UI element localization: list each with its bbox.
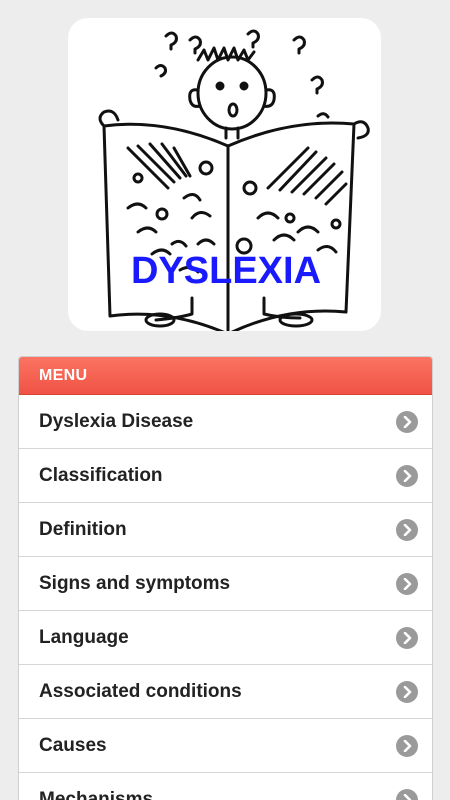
chevron-right-icon bbox=[396, 788, 418, 800]
chevron-right-icon bbox=[396, 572, 418, 595]
menu-item-label: Mechanisms bbox=[39, 788, 154, 800]
menu-item-causes[interactable]: Causes bbox=[19, 719, 432, 773]
menu-item-associated-conditions[interactable]: Associated conditions bbox=[19, 665, 432, 719]
chevron-right-icon bbox=[396, 734, 418, 757]
main-menu: MENU Dyslexia Disease Classification Def… bbox=[18, 356, 433, 800]
chevron-right-icon bbox=[396, 626, 418, 649]
menu-item-label: Associated conditions bbox=[39, 680, 242, 702]
menu-item-label: Signs and symptoms bbox=[39, 572, 231, 594]
dyslexia-illustration: DYSLEXIA bbox=[68, 18, 381, 331]
child-reading-book-drawing: DYSLEXIA bbox=[98, 29, 370, 331]
menu-item-label: Dyslexia Disease bbox=[39, 410, 194, 432]
menu-item-language[interactable]: Language bbox=[19, 611, 432, 665]
menu-item-definition[interactable]: Definition bbox=[19, 503, 432, 557]
screen: DYSLEXIA MENU Dyslexia Disease Classific… bbox=[0, 0, 450, 800]
menu-header: MENU bbox=[19, 357, 432, 395]
dyslexia-title-text: DYSLEXIA bbox=[131, 250, 321, 292]
menu-item-label: Definition bbox=[39, 518, 127, 540]
menu-item-dyslexia-disease[interactable]: Dyslexia Disease bbox=[19, 395, 432, 449]
chevron-right-icon bbox=[396, 464, 418, 487]
menu-item-label: Causes bbox=[39, 734, 107, 756]
menu-item-signs-and-symptoms[interactable]: Signs and symptoms bbox=[19, 557, 432, 611]
menu-item-classification[interactable]: Classification bbox=[19, 449, 432, 503]
menu-item-label: Language bbox=[39, 626, 129, 648]
menu-item-label: Classification bbox=[39, 464, 163, 486]
chevron-right-icon bbox=[396, 680, 418, 703]
menu-item-mechanisms[interactable]: Mechanisms bbox=[19, 773, 432, 800]
chevron-right-icon bbox=[396, 518, 418, 541]
chevron-right-icon bbox=[396, 410, 418, 433]
